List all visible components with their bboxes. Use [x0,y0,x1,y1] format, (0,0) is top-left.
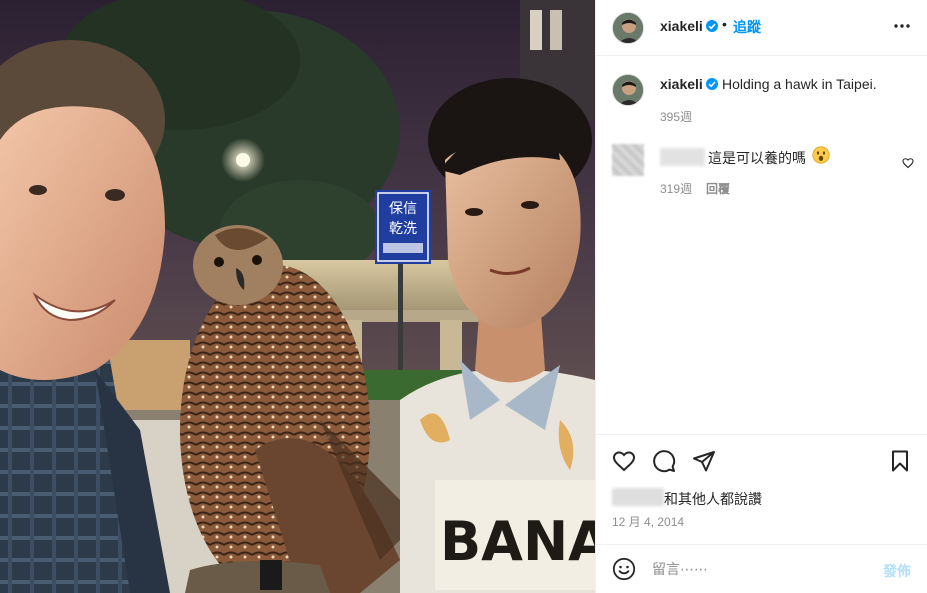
astonished-face-icon [812,146,830,164]
more-horizontal-icon[interactable] [892,16,912,36]
verified-badge-icon [706,20,718,32]
send-icon[interactable] [692,449,716,473]
blurred-avatar [612,144,644,176]
caption-time[interactable]: 395週 [660,108,692,125]
post-date[interactable]: 12 月 4, 2014 [612,513,684,530]
post-photo-image: 保信 乾洗 BANA [0,0,595,593]
post-header: xiakeli • 追蹤 [596,0,927,56]
comment-time[interactable]: 319週 [660,180,692,197]
instagram-post-modal: 保信 乾洗 BANA xiakeli • 追蹤 xiakeli Holding … [0,0,927,593]
caption-username[interactable]: xiakeli [660,76,703,92]
reply-button[interactable]: 回覆 [706,180,730,197]
likes-text[interactable]: 和其他人都說讚 [664,489,762,509]
verified-badge-icon [706,78,718,90]
comment-input[interactable] [652,558,862,580]
post-photo[interactable]: 保信 乾洗 BANA [0,0,595,593]
header-separator: • [722,16,727,32]
caption-text: Holding a hawk in Taipei. [722,76,877,92]
shirt-text: BANAN [440,510,595,573]
heart-small-icon[interactable] [902,156,914,169]
caption-avatar[interactable] [612,74,644,106]
blurred-likers [612,488,664,506]
comment-icon[interactable] [652,449,676,473]
post-details-panel: xiakeli • 追蹤 xiakeli Holding a hawk in T… [595,0,927,593]
blurred-username [660,148,705,166]
sign-line-1: 保信 [389,201,417,217]
comment-box: 發佈 [596,544,927,593]
sign-line-2: 乾洗 [389,221,417,237]
post-caption: xiakeli Holding a hawk in Taipei. 395週 [612,70,912,130]
follow-button[interactable]: 追蹤 [733,17,761,37]
comment: 這是可以養的嗎 319週 回覆 [612,140,914,204]
bookmark-icon[interactable] [888,449,912,473]
header-username[interactable]: xiakeli [660,18,703,34]
smile-icon[interactable] [612,557,636,581]
avatar[interactable] [612,12,644,44]
likes-summary[interactable]: 和其他人都說讚 [612,488,912,509]
post-comment-button[interactable]: 發佈 [883,561,911,581]
heart-icon[interactable] [612,449,636,473]
post-actions [596,434,927,486]
comment-text: 這是可以養的嗎 [708,150,806,166]
